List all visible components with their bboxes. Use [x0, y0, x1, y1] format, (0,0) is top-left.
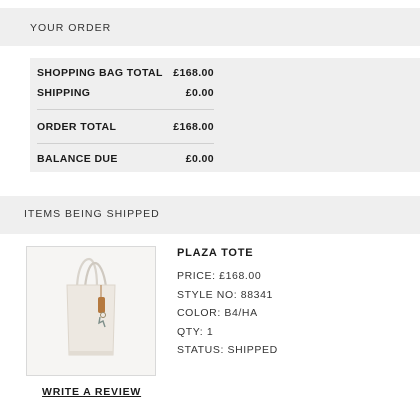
- item-name: PLAZA TOTE: [177, 247, 254, 259]
- product-image[interactable]: [26, 246, 156, 376]
- item-quantity: QTY: 1: [177, 325, 214, 338]
- order-summary: SHOPPING BAG TOTAL £168.00 SHIPPING £0.0…: [30, 58, 420, 172]
- summary-value: £168.00: [173, 121, 214, 133]
- item-color: COLOR: B4/HA: [177, 307, 258, 320]
- summary-label: SHIPPING: [37, 87, 91, 99]
- item-style-number: STYLE NO: 88341: [177, 288, 273, 301]
- summary-label: BALANCE DUE: [37, 153, 118, 165]
- item-price: PRICE: £168.00: [177, 270, 262, 282]
- summary-value: £168.00: [173, 67, 214, 79]
- summary-value: £0.00: [185, 87, 214, 99]
- your-order-header: YOUR ORDER: [0, 8, 420, 46]
- items-shipped-title: ITEMS BEING SHIPPED: [24, 208, 160, 220]
- your-order-title: YOUR ORDER: [30, 22, 112, 34]
- items-shipped-header: ITEMS BEING SHIPPED: [0, 196, 420, 234]
- summary-divider: [37, 143, 214, 144]
- summary-divider: [37, 109, 214, 110]
- summary-row-order-total: ORDER TOTAL £168.00: [37, 121, 214, 133]
- summary-row-balance-due: BALANCE DUE £0.00: [37, 153, 214, 165]
- summary-label: ORDER TOTAL: [37, 121, 117, 133]
- tote-bag-image: [27, 247, 155, 375]
- summary-row-bag-total: SHOPPING BAG TOTAL £168.00: [37, 67, 214, 79]
- summary-label: SHOPPING BAG TOTAL: [37, 67, 163, 79]
- item-details: PLAZA TOTE PRICE: £168.00 STYLE NO: 8834…: [177, 247, 278, 360]
- item-status: STATUS: SHIPPED: [177, 344, 278, 357]
- summary-row-shipping: SHIPPING £0.00: [37, 87, 214, 99]
- write-review-link[interactable]: WRITE A REVIEW: [42, 386, 141, 398]
- summary-value: £0.00: [185, 153, 214, 165]
